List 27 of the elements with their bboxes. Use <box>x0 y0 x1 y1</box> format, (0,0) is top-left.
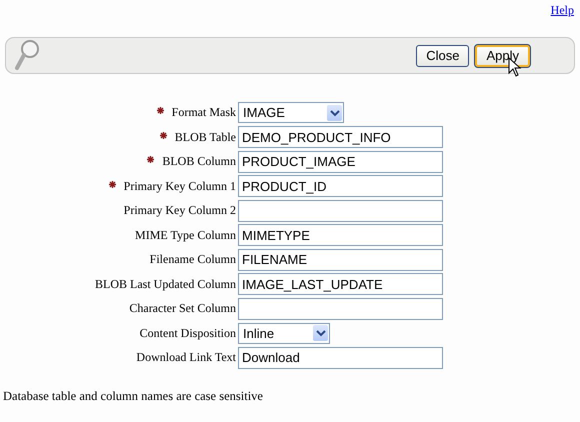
input-field[interactable]: Download <box>238 346 443 369</box>
field-label: Primary Key Column 2 <box>124 203 236 218</box>
chevron-down-icon <box>327 104 342 121</box>
field-label: BLOB Table <box>174 130 236 144</box>
input-field[interactable]: PRODUCT_ID <box>238 175 443 198</box>
field-label: Character Set Column <box>129 301 236 316</box>
field-label: BLOB Last Updated Column <box>95 276 236 291</box>
toolbar-button[interactable]: Close <box>416 44 470 66</box>
help-link[interactable]: Help <box>550 3 574 37</box>
note-text: Database table and column names are case sensitive <box>3 388 264 404</box>
field-label: Primary Key Column 1 <box>124 178 236 193</box>
input-field[interactable]: MIMETYPE <box>238 224 443 246</box>
chevron-down-icon <box>313 325 328 342</box>
field-label: Content Disposition <box>140 326 236 340</box>
input-field[interactable]: PRODUCT_IMAGE <box>238 150 443 173</box>
field-label: Format Mask <box>172 105 236 120</box>
dropdown-field[interactable]: IMAGE <box>238 102 344 124</box>
input-field[interactable]: DEMO_PRODUCT_INFO <box>238 126 443 148</box>
dropdown-field[interactable]: Inline <box>238 322 330 344</box>
field-label: BLOB Column <box>162 154 236 168</box>
input-field[interactable]: IMAGE_LAST_UPDATE <box>238 273 443 296</box>
field-label: Download Link Text <box>136 350 236 364</box>
input-field[interactable]: FILENAME <box>238 248 443 271</box>
input-field[interactable] <box>238 200 443 222</box>
field-label: Filename Column <box>150 252 236 266</box>
field-label: MIME Type Column <box>135 228 236 242</box>
input-field[interactable] <box>238 298 443 320</box>
